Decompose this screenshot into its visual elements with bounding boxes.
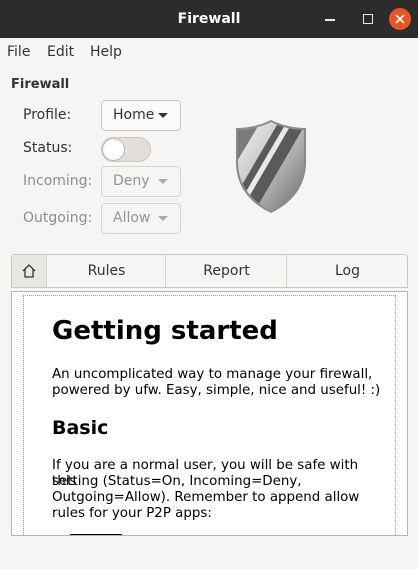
maximize-button[interactable] — [357, 8, 379, 30]
basic-line-2: setting (Status=On, Incoming=Deny, — [52, 474, 302, 489]
section-title: Firewall — [11, 77, 70, 92]
incoming-value: Deny — [113, 173, 150, 189]
close-icon — [395, 14, 405, 24]
basic-line-3: Outgoing=Allow). Remember to append allo… — [52, 490, 360, 505]
tab-bar: Rules Report Log — [11, 254, 408, 288]
menu-edit[interactable]: Edit — [47, 44, 74, 60]
help-content-panel[interactable]: Getting started An uncomplicated way to … — [11, 291, 408, 536]
toggle-knob — [102, 138, 125, 161]
tab-home[interactable] — [12, 255, 46, 287]
outgoing-label: Outgoing: — [23, 210, 93, 226]
incoming-label: Incoming: — [23, 173, 93, 189]
tab-log[interactable]: Log — [286, 255, 408, 287]
cut-off-text — [70, 534, 122, 535]
incoming-select[interactable]: Deny — [101, 166, 181, 197]
outgoing-value: Allow — [113, 210, 151, 226]
menu-help[interactable]: Help — [90, 44, 122, 60]
status-label: Status: — [23, 140, 73, 156]
profile-value: Home — [113, 107, 155, 123]
content-subheading: Basic — [52, 417, 109, 439]
chevron-down-icon — [158, 179, 168, 184]
intro-line-2: powered by ufw. Easy, simple, nice and u… — [52, 383, 381, 398]
menu-bar: File Edit Help — [0, 38, 418, 66]
basic-line-4: rules for your P2P apps: — [52, 506, 212, 521]
status-toggle[interactable] — [101, 137, 151, 162]
tab-report[interactable]: Report — [165, 255, 287, 287]
profile-select[interactable]: Home — [101, 100, 181, 131]
intro-line-1: An uncomplicated way to manage your fire… — [52, 367, 373, 382]
shield-icon — [236, 120, 306, 213]
outgoing-select[interactable]: Allow — [101, 203, 181, 234]
tab-rules[interactable]: Rules — [46, 255, 166, 287]
chevron-down-icon — [158, 216, 168, 221]
chevron-down-icon — [158, 113, 168, 118]
content-heading: Getting started — [52, 316, 278, 346]
window-title: Firewall — [177, 11, 241, 27]
profile-label: Profile: — [23, 107, 72, 123]
close-button[interactable] — [389, 8, 411, 30]
title-bar: Firewall — [0, 0, 418, 38]
menu-file[interactable]: File — [7, 44, 30, 60]
minimize-button[interactable] — [319, 8, 341, 30]
home-icon — [22, 264, 36, 278]
